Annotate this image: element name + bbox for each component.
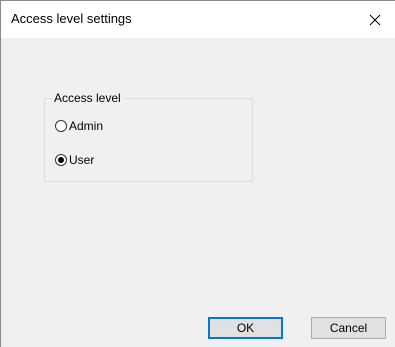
access-level-legend: Access level <box>53 91 124 105</box>
close-x-icon <box>369 14 381 25</box>
radio-user[interactable]: User <box>55 153 94 167</box>
radio-admin-label[interactable]: Admin <box>69 119 103 133</box>
ok-button[interactable]: OK <box>208 317 283 339</box>
title-bar[interactable]: Access level settings <box>1 1 395 38</box>
cancel-button[interactable]: Cancel <box>311 317 386 339</box>
access-level-groupbox <box>44 98 253 182</box>
dialog-window: Access level settings Access level Admin… <box>0 0 395 347</box>
radio-user-circle[interactable] <box>55 154 67 166</box>
radio-admin-circle[interactable] <box>55 120 67 132</box>
radio-admin[interactable]: Admin <box>55 119 103 133</box>
window-title: Access level settings <box>11 11 132 26</box>
close-button[interactable] <box>355 1 395 38</box>
radio-user-label[interactable]: User <box>69 153 94 167</box>
